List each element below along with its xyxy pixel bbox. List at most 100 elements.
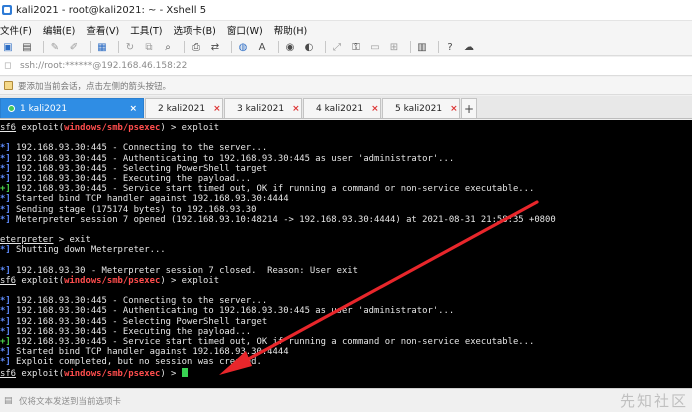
terminal-line: *] 192.168.93.30:445 - Connecting to the… <box>0 143 692 153</box>
terminal-line: *] 192.168.93.30:445 - Authenticating to… <box>0 306 692 316</box>
terminal-text: sf6 <box>0 275 17 286</box>
open-folder-icon[interactable]: ▤ <box>20 41 34 54</box>
tab-label: 3 kali2021 <box>237 103 285 114</box>
toolbar-divider <box>325 41 326 53</box>
terminal-line: *] Started bind TCP handler against 192.… <box>0 347 692 357</box>
address-history-icon[interactable]: ◻ <box>4 61 14 71</box>
tab-session-4[interactable]: 4 kali2021 × <box>303 98 381 118</box>
tab-close-icon[interactable]: × <box>205 104 221 114</box>
terminal-text: +] <box>0 336 11 347</box>
tab-close-icon[interactable]: × <box>363 104 379 114</box>
terminal-line: +] 192.168.93.30:445 - Service start tim… <box>0 184 692 194</box>
toolbar-divider <box>184 41 185 53</box>
keymap-icon[interactable]: ◉ <box>283 41 297 54</box>
tab-label: 2 kali2021 <box>158 103 206 114</box>
compose-bar-icon[interactable]: ▤ <box>4 396 14 406</box>
tab-label: 1 kali2021 <box>20 103 68 114</box>
chat-icon[interactable]: ☁ <box>462 41 476 54</box>
terminal-text: 192.168.93.30:445 - Connecting to the se… <box>10 143 268 154</box>
terminal-text: Started bind TCP handler against 192.168… <box>10 347 289 358</box>
find-icon[interactable]: ⌕ <box>161 41 175 54</box>
unlink-icon[interactable]: ✐ <box>67 41 81 54</box>
terminal-text: eterpreter <box>0 235 54 246</box>
menu-window[interactable]: 窗口(W) <box>227 23 263 37</box>
tab-close-icon[interactable]: × <box>442 104 458 114</box>
transfer-icon[interactable]: ⇄ <box>208 41 222 54</box>
terminal-text: *] <box>0 265 11 276</box>
print-icon[interactable]: ⎙ <box>189 41 203 54</box>
terminal-text: Exploit completed, but no session was cr… <box>10 357 262 368</box>
toolbar-divider <box>438 41 439 53</box>
compose-icon[interactable]: ▭ <box>368 41 382 54</box>
tab-session-3[interactable]: 3 kali2021 × <box>224 98 302 118</box>
terminal-line: *] Started bind TCP handler against 192.… <box>0 194 692 204</box>
tab-session-1[interactable]: 1 kali2021 × <box>0 98 144 118</box>
split-icon[interactable]: ⊞ <box>387 41 401 54</box>
terminal-text: *] <box>0 153 11 164</box>
tab-session-5[interactable]: 5 kali2021 × <box>382 98 460 118</box>
address-bar[interactable]: ◻ ssh://root:******@192.168.46.158:22 <box>0 57 692 76</box>
link-icon[interactable]: ✎ <box>48 41 62 54</box>
terminal-cursor <box>181 367 188 377</box>
tab-label: 4 kali2021 <box>316 103 364 114</box>
toolbar: ▣ ▤ ✎ ✐ ▦ ↻ ⧉ ⌕ ⎙ ⇄ ◍ A ◉ ◐ ⤢ ⚿ ▭ ⊞ ▥ ? … <box>0 39 692 56</box>
terminal-output[interactable]: sf6 exploit(windows/smb/psexec) > exploi… <box>0 120 692 388</box>
lock-icon[interactable]: ⚿ <box>349 41 363 54</box>
menu-edit[interactable]: 编辑(E) <box>43 23 75 37</box>
terminal-text: *] <box>0 326 11 337</box>
terminal-text: *] <box>0 143 11 154</box>
terminal-line: +] 192.168.93.30:445 - Service start tim… <box>0 337 692 347</box>
menu-tools[interactable]: 工具(T) <box>130 23 162 37</box>
menu-help[interactable]: 帮助(H) <box>274 23 308 37</box>
terminal-text: *] <box>0 306 11 317</box>
terminal-text: exploit( <box>16 123 65 133</box>
terminal-text: 192.168.93.30:445 - Executing the payloa… <box>10 326 252 337</box>
terminal-text: ) > <box>160 368 182 379</box>
terminal-text: 192.168.93.30:445 - Authenticating to 19… <box>10 153 455 164</box>
properties-icon[interactable]: ▦ <box>95 41 109 54</box>
menu-tabs[interactable]: 选项卡(B) <box>173 23 215 37</box>
terminal-line: *] 192.168.93.30 - Meterpreter session 7… <box>0 266 692 276</box>
new-tab-button[interactable]: + <box>461 98 477 118</box>
terminal-line: *] 192.168.93.30:445 - Executing the pay… <box>0 327 692 337</box>
terminal-text: *] <box>0 163 11 174</box>
globe-icon[interactable]: ◍ <box>236 41 250 54</box>
new-session-icon[interactable]: ▣ <box>1 41 15 54</box>
terminal-line: *] 192.168.93.30:445 - Executing the pay… <box>0 174 692 184</box>
terminal-text: sf6 <box>0 123 17 133</box>
help-icon[interactable]: ? <box>443 41 457 54</box>
copy-icon[interactable]: ⧉ <box>142 41 156 54</box>
terminal-line: *] Meterpreter session 7 opened (192.168… <box>0 215 692 225</box>
terminal-text: > exit <box>53 235 91 246</box>
terminal-line: sf6 exploit(windows/smb/psexec) > exploi… <box>0 123 692 133</box>
terminal-text: Meterpreter session 7 opened (192.168.93… <box>10 214 556 225</box>
font-icon[interactable]: A <box>255 41 269 54</box>
tab-label: 5 kali2021 <box>395 103 443 114</box>
tab-close-icon[interactable]: × <box>121 104 137 114</box>
reconnect-icon[interactable]: ↻ <box>123 41 137 54</box>
toolbar-divider <box>118 41 119 53</box>
toolbar-divider <box>278 41 279 53</box>
info-bar: 要添加当前会话，点击左侧的箭头按钮。 <box>0 77 692 95</box>
terminal-text: 192.168.93.30 - Meterpreter session 7 cl… <box>10 265 358 276</box>
terminal-line: *] Sending stage (175174 bytes) to 192.1… <box>0 205 692 215</box>
expand-icon[interactable]: ⤢ <box>330 41 344 54</box>
send-text-bar[interactable]: ▤ 仅将文本发送到当前选项卡 先知社区 <box>0 388 692 412</box>
tab-close-icon[interactable]: × <box>284 104 300 114</box>
menu-file[interactable]: 文件(F) <box>0 23 32 37</box>
terminal-text: 192.168.93.30:445 - Service start timed … <box>10 184 535 195</box>
session-status-icon <box>8 105 15 112</box>
layout-icon[interactable]: ▥ <box>415 41 429 54</box>
terminal-text: 192.168.93.30:445 - Authenticating to 19… <box>10 306 455 317</box>
tab-session-2[interactable]: 2 kali2021 × <box>145 98 223 118</box>
script-icon[interactable]: ◐ <box>302 41 316 54</box>
terminal-line: eterpreter > exit <box>0 235 692 245</box>
window-title: kali2021 - root@kali2021: ~ - Xshell 5 <box>16 4 207 16</box>
address-text: ssh://root:******@192.168.46.158:22 <box>20 61 188 71</box>
terminal-text: exploit( <box>16 368 65 379</box>
add-session-hint-icon[interactable] <box>4 81 13 90</box>
terminal-text: *] <box>0 245 11 256</box>
menu-view[interactable]: 查看(V) <box>86 23 119 37</box>
